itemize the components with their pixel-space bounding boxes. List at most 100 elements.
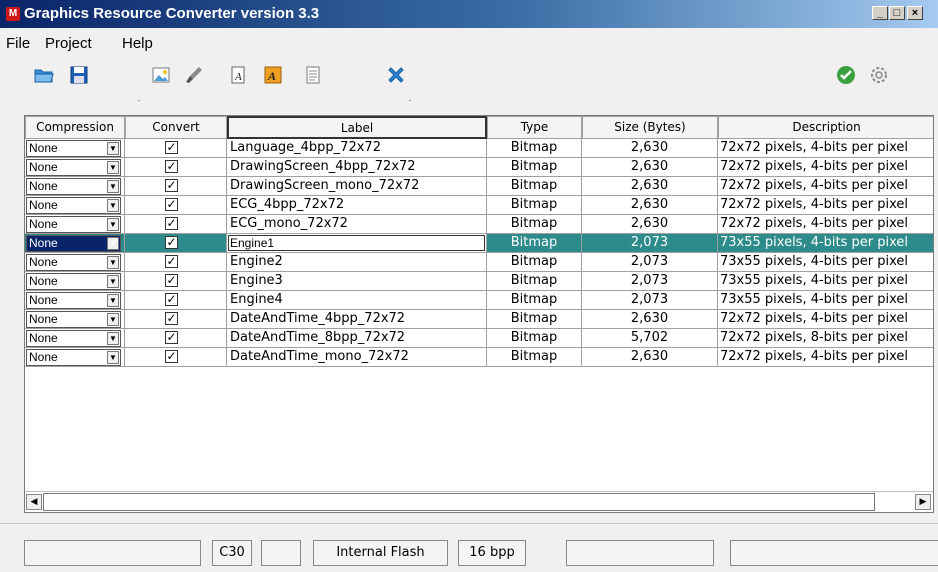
compression-dropdown[interactable]: None ▼	[26, 330, 121, 347]
column-header-type[interactable]: Type	[487, 116, 582, 139]
label-cell[interactable]: DateAndTime_8bpp_72x72	[227, 329, 487, 348]
convert-cell: ✓	[125, 215, 227, 234]
type-cell: Bitmap	[487, 310, 582, 329]
compression-dropdown[interactable]: None ▼	[26, 273, 121, 290]
status-separator	[0, 523, 938, 524]
label-cell[interactable]: DateAndTime_4bpp_72x72	[227, 310, 487, 329]
column-header-description[interactable]: Description	[718, 116, 933, 139]
convert-checkbox[interactable]: ✓	[165, 350, 178, 363]
compression-dropdown[interactable]: None ▼	[26, 311, 121, 328]
save-icon[interactable]	[68, 64, 90, 86]
column-header-compression[interactable]: Compression	[25, 116, 125, 139]
compression-dropdown[interactable]: None ▼	[26, 292, 121, 309]
type-cell: Bitmap	[487, 272, 582, 291]
list-icon[interactable]	[302, 64, 324, 86]
chevron-down-icon[interactable]: ▼	[107, 237, 119, 250]
convert-checkbox[interactable]: ✓	[165, 293, 178, 306]
chevron-down-icon[interactable]: ▼	[107, 161, 119, 174]
chevron-down-icon[interactable]: ▼	[107, 294, 119, 307]
compression-dropdown[interactable]: None ▼	[26, 159, 121, 176]
scroll-left-icon[interactable]: ◀	[26, 494, 42, 510]
convert-checkbox[interactable]: ✓	[165, 236, 178, 249]
resource-table: Compression Convert Label Type Size (Byt…	[24, 115, 934, 513]
convert-cell: ✓	[125, 253, 227, 272]
bitmap-icon[interactable]	[150, 64, 172, 86]
type-cell: Bitmap	[487, 196, 582, 215]
column-header-label[interactable]: Label	[227, 116, 487, 139]
font-alt-icon[interactable]: A	[262, 64, 284, 86]
type-cell: Bitmap	[487, 158, 582, 177]
type-cell: Bitmap	[487, 253, 582, 272]
chevron-down-icon[interactable]: ▼	[107, 275, 119, 288]
font-icon[interactable]: A	[227, 64, 249, 86]
convert-checkbox[interactable]: ✓	[165, 312, 178, 325]
label-cell[interactable]: ECG_mono_72x72	[227, 215, 487, 234]
label-cell[interactable]: Engine2	[227, 253, 487, 272]
column-header-convert[interactable]: Convert	[125, 116, 227, 139]
brush-icon[interactable]	[183, 64, 205, 86]
scroll-right-icon[interactable]: ▶	[915, 494, 931, 510]
compression-value: None	[29, 236, 58, 250]
chevron-down-icon[interactable]: ▼	[107, 332, 119, 345]
chevron-down-icon[interactable]: ▼	[107, 313, 119, 326]
chevron-down-icon[interactable]: ▼	[107, 142, 119, 155]
convert-checkbox[interactable]: ✓	[165, 331, 178, 344]
close-button[interactable]: ×	[907, 6, 923, 20]
chevron-down-icon[interactable]: ▼	[107, 180, 119, 193]
convert-checkbox[interactable]: ✓	[165, 217, 178, 230]
convert-cell: ✓	[125, 196, 227, 215]
label-cell[interactable]: DrawingScreen_4bpp_72x72	[227, 158, 487, 177]
description-cell: 72x72 pixels, 4-bits per pixel	[718, 310, 933, 329]
status-field-6	[566, 540, 714, 566]
compression-dropdown[interactable]: None ▼	[26, 235, 121, 252]
compression-dropdown[interactable]: None ▼	[26, 216, 121, 233]
chevron-down-icon[interactable]: ▼	[107, 199, 119, 212]
convert-cell: ✓	[125, 139, 227, 158]
convert-checkbox[interactable]: ✓	[165, 274, 178, 287]
compression-value: None	[29, 350, 58, 364]
compression-dropdown[interactable]: None ▼	[26, 178, 121, 195]
convert-checkbox[interactable]: ✓	[165, 255, 178, 268]
status-compiler: C30	[212, 540, 252, 566]
chevron-down-icon[interactable]: ▼	[107, 218, 119, 231]
compression-dropdown[interactable]: None ▼	[26, 254, 121, 271]
menu-file[interactable]: File	[6, 35, 30, 52]
menu-project[interactable]: Project	[45, 35, 92, 52]
horizontal-scrollbar[interactable]: ◀ ▶	[25, 491, 933, 512]
label-cell[interactable]: Language_4bpp_72x72	[227, 139, 487, 158]
menu-help[interactable]: Help	[122, 35, 153, 52]
label-cell[interactable]: DateAndTime_mono_72x72	[227, 348, 487, 367]
type-cell: Bitmap	[487, 139, 582, 158]
compression-dropdown[interactable]: None ▼	[26, 349, 121, 366]
label-cell[interactable]: Engine1	[227, 234, 487, 253]
size-cell: 2,630	[582, 196, 718, 215]
compression-cell: None ▼	[25, 215, 125, 234]
description-cell: 72x72 pixels, 4-bits per pixel	[718, 348, 933, 367]
chevron-down-icon[interactable]: ▼	[107, 256, 119, 269]
compression-dropdown[interactable]: None ▼	[26, 197, 121, 214]
maximize-button[interactable]: □	[889, 6, 905, 20]
settings-icon[interactable]	[868, 64, 890, 86]
open-folder-icon[interactable]	[33, 64, 55, 86]
type-cell: Bitmap	[487, 234, 582, 253]
convert-checkbox[interactable]: ✓	[165, 160, 178, 173]
size-cell: 2,630	[582, 348, 718, 367]
convert-checkbox[interactable]: ✓	[165, 198, 178, 211]
column-header-size[interactable]: Size (Bytes)	[582, 116, 718, 139]
chevron-down-icon[interactable]: ▼	[107, 351, 119, 364]
label-cell[interactable]: Engine4	[227, 291, 487, 310]
convert-checkbox[interactable]: ✓	[165, 179, 178, 192]
delete-icon[interactable]	[385, 64, 407, 86]
description-cell: 72x72 pixels, 4-bits per pixel	[718, 196, 933, 215]
label-cell[interactable]: Engine3	[227, 272, 487, 291]
compression-dropdown[interactable]: None ▼	[26, 140, 121, 157]
convert-checkbox[interactable]: ✓	[165, 141, 178, 154]
size-cell: 2,630	[582, 177, 718, 196]
check-icon[interactable]	[835, 64, 857, 86]
label-edit-input[interactable]: Engine1	[228, 235, 485, 251]
compression-value: None	[29, 331, 58, 345]
label-cell[interactable]: ECG_4bpp_72x72	[227, 196, 487, 215]
label-cell[interactable]: DrawingScreen_mono_72x72	[227, 177, 487, 196]
scroll-thumb[interactable]	[43, 493, 875, 511]
minimize-button[interactable]: _	[872, 6, 888, 20]
